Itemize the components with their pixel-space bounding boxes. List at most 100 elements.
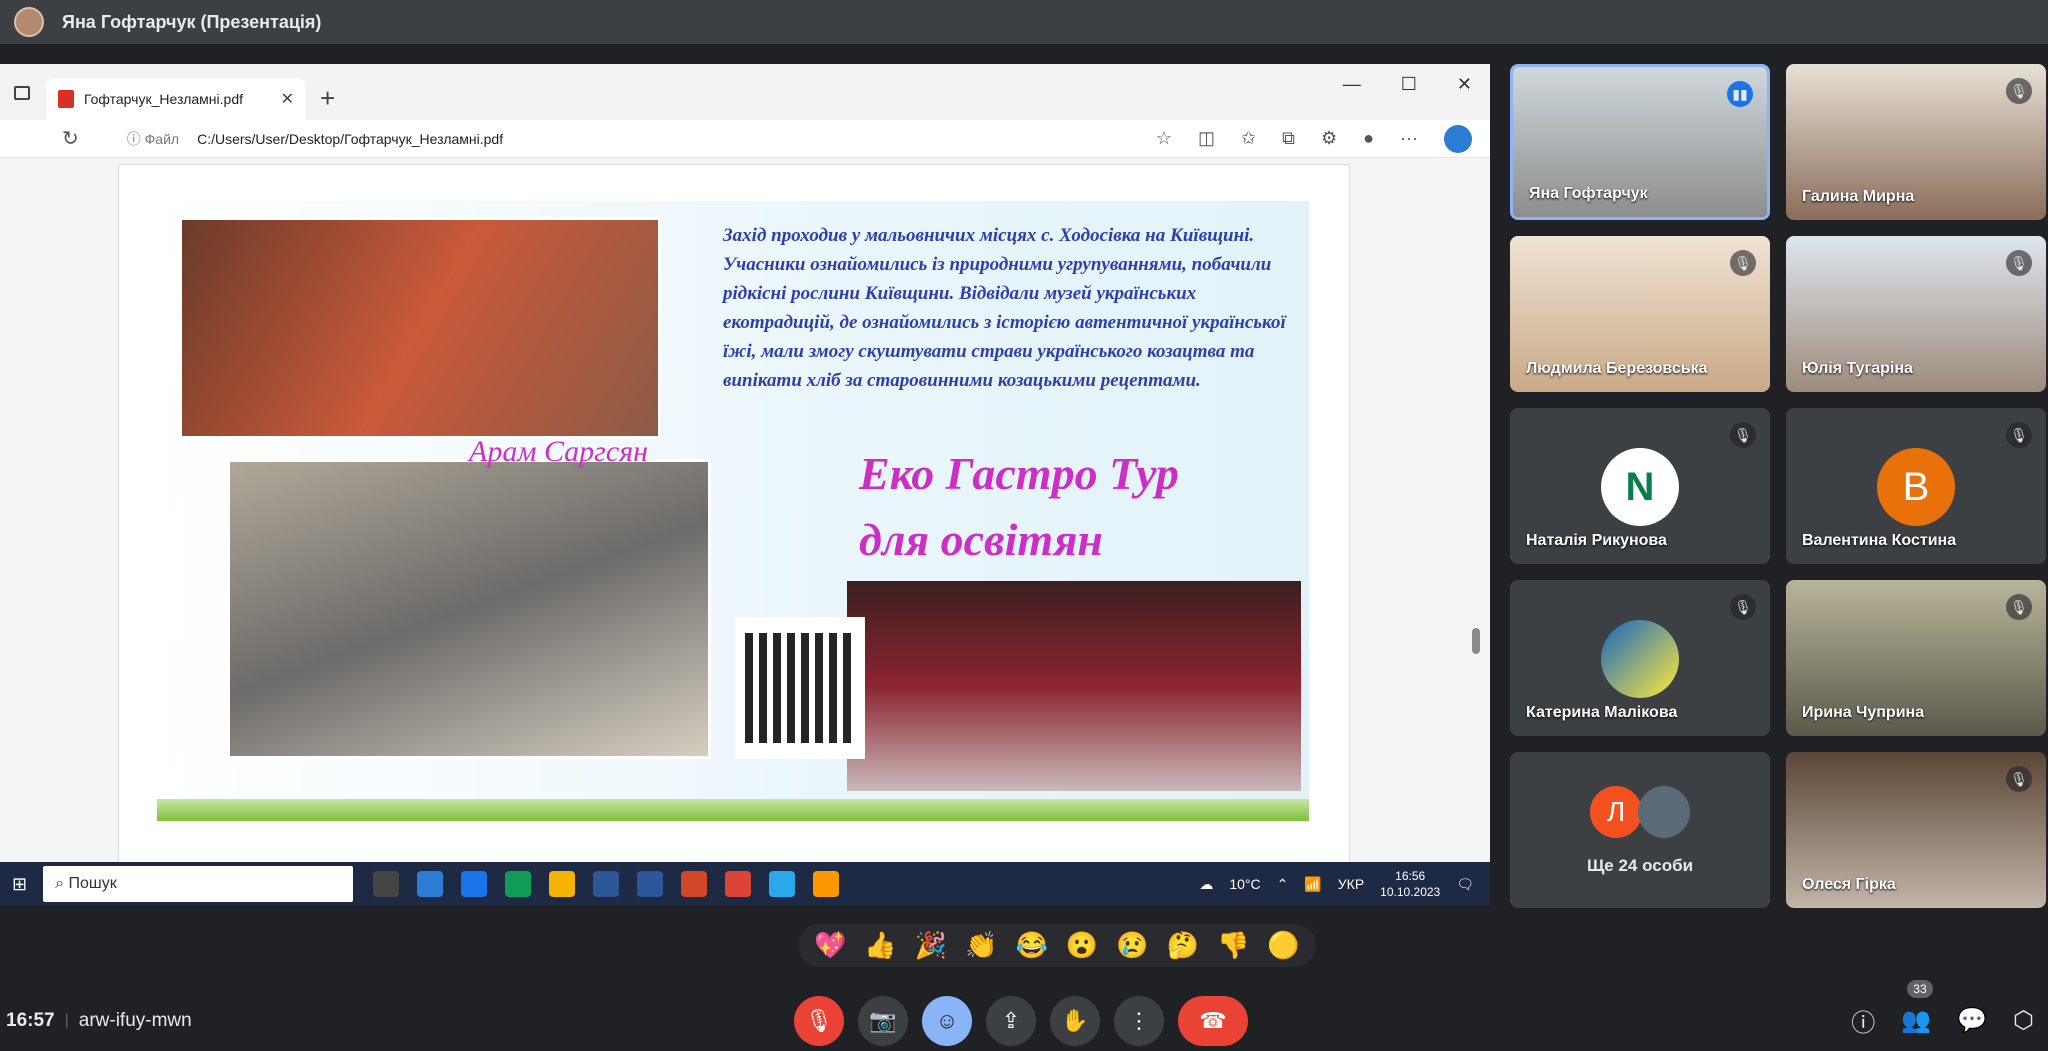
mic-toggle-button[interactable]: 🎙 [794,995,844,1046]
present-button[interactable]: ⇪ [986,995,1036,1046]
slide-caption: Захід проходив у мальовничих місцях с. Х… [723,225,1286,391]
scrollbar-thumb[interactable] [1472,628,1480,654]
grass-decoration [157,799,1309,821]
participant-name: Яна Гофтарчук [1529,185,1648,202]
extensions-icon[interactable]: ⚙ [1321,128,1337,149]
leave-call-button[interactable]: ☎ [1178,995,1248,1046]
more-options-icon[interactable]: ··· [1400,128,1418,149]
notifications-icon[interactable]: 🗨 [1456,876,1474,893]
activities-icon[interactable]: ⬡ [2013,1006,2034,1035]
mic-off-icon: 🎙 [1730,422,1756,448]
slide-title: Еко Гастро Тур для освітян [859,441,1179,573]
pdf-icon [58,90,74,108]
reaction-surprised[interactable]: 😮 [1066,930,1098,961]
telegram-icon[interactable] [769,871,796,897]
explorer-icon[interactable] [549,871,576,897]
participant-name: Людмила Березовська [1526,360,1708,377]
powerpoint-icon[interactable] [681,871,708,897]
reaction-thinking[interactable]: 🤔 [1167,930,1199,961]
participant-name: Ирина Чуприна [1802,704,1925,721]
reaction-thumbs-down[interactable]: 👎 [1217,930,1249,961]
favorite-star-icon[interactable]: ☆ [1156,128,1172,149]
network-icon[interactable]: 📶 [1304,876,1321,893]
participant-tile[interactable]: 🎙 Ирина Чуприна [1786,580,2046,736]
tab-title: Гофтарчук_Незламні.pdf [84,91,243,107]
close-window-icon[interactable]: ✕ [1457,74,1472,95]
new-tab-icon[interactable]: + [320,83,335,114]
photo-group [227,459,711,759]
mic-off-icon: 🎙 [2006,594,2032,620]
participant-tile[interactable]: 🎙 Галина Мирна [1786,64,2046,220]
taskbar-search[interactable]: ⌕ Пошук [43,866,354,902]
collections-icon[interactable]: ⧉ [1282,128,1295,149]
qr-code [735,617,865,759]
reaction-clap[interactable]: 👏 [965,930,997,961]
word-icon[interactable] [637,871,664,897]
task-view-icon[interactable] [373,871,400,897]
people-icon[interactable]: 👥 33 [1901,980,1933,1035]
participant-tile[interactable]: В 🎙 Валентина Костина [1786,408,2046,564]
reaction-heart[interactable]: 💖 [814,930,846,961]
pdf-scrollbar[interactable] [1472,168,1480,848]
language-indicator[interactable]: УКР [1338,876,1364,892]
mic-off-icon: 🎙 [2006,250,2032,276]
reaction-sad[interactable]: 😢 [1116,930,1148,961]
reaction-party[interactable]: 🎉 [915,930,947,961]
profile-icon[interactable]: ● [1363,128,1374,149]
camera-toggle-button[interactable]: 📷 [858,995,908,1046]
participant-tile[interactable]: 🎙 Олеся Гірка [1786,752,2046,908]
favorites-icon[interactable]: ✩ [1241,128,1256,149]
browser-tab-bar: Гофтарчук_Незламні.pdf ✕ + — ☐ ✕ [0,64,1490,120]
reaction-skin-tone[interactable]: 🟡 [1267,930,1299,961]
reaction-bar: 💖 👍 🎉 👏 😂 😮 😢 🤔 👎 🟡 [798,924,1316,967]
tab-actions-icon[interactable] [14,86,30,100]
taskbar-clock[interactable]: 16:56 10.10.2023 [1380,868,1440,900]
meeting-controls-bar: 16:57 | arw-ifuy-mwn 🎙 📷 ☺ ⇪ ✋ ⋮ ☎ ⓘ 👥 33… [0,980,2048,1051]
meeting-info-icon[interactable]: ⓘ [1851,1003,1875,1038]
split-screen-icon[interactable]: ◫ [1198,128,1215,149]
slide-content: Захід проходив у мальовничих місцях с. Х… [157,201,1309,821]
copilot-icon[interactable] [1444,124,1472,153]
participant-tile[interactable]: 🎙 Людмила Березовська [1510,236,1770,392]
url-field[interactable]: C:/Users/User/Desktop/Гофтарчук_Незламні… [197,131,503,147]
presentation-header: Яна Гофтарчук (Презентація) [0,0,2048,44]
browser-tab[interactable]: Гофтарчук_Незламні.pdf ✕ [46,78,306,120]
reload-icon[interactable]: ↻ [62,126,79,151]
participant-tile[interactable]: ▮▮ Яна Гофтарчук [1510,64,1770,220]
participant-tile[interactable]: 🎙 Катерина Малікова [1510,580,1770,736]
windows-start-icon[interactable]: ⊞ [12,874,27,895]
reaction-thumbs-up[interactable]: 👍 [864,930,896,961]
participant-name: Наталія Рикунова [1526,532,1667,549]
clock-time: 16:56 [1395,869,1426,883]
presentation-title: Яна Гофтарчук (Презентація) [62,11,322,32]
mail-icon[interactable] [461,871,488,897]
participant-tile[interactable]: 🎙 Юлія Тугаріна [1786,236,2046,392]
minimize-icon[interactable]: — [1343,74,1361,95]
meeting-time: 16:57 [6,1009,55,1031]
pdf-viewer[interactable]: Захід проходив у мальовничих місцях с. Х… [0,158,1490,862]
file-info-label[interactable]: ⓘ Файл [127,129,179,149]
participant-name: Катерина Малікова [1526,704,1678,721]
clock-date: 10.10.2023 [1380,885,1441,899]
chrome-icon[interactable] [725,871,752,897]
avatar [1638,786,1690,838]
raise-hand-button[interactable]: ✋ [1050,995,1100,1046]
edge-icon[interactable] [505,871,532,897]
word-alt-icon[interactable] [593,871,620,897]
mic-off-icon: 🎙 [2006,422,2032,448]
tray-expand-icon[interactable]: ⌃ [1277,876,1289,893]
weather-icon[interactable]: ☁ [1199,876,1213,893]
chrome-canary-icon[interactable] [813,871,840,897]
reaction-laugh[interactable]: 😂 [1016,930,1048,961]
weather-temp[interactable]: 10°C [1229,876,1260,892]
close-tab-icon[interactable]: ✕ [281,89,294,109]
participant-tile[interactable]: N 🎙 Наталія Рикунова [1510,408,1770,564]
chat-icon[interactable]: 💬 [1957,1006,1987,1035]
maximize-icon[interactable]: ☐ [1401,74,1417,95]
reactions-button[interactable]: ☺ [922,995,972,1046]
browser-window: Гофтарчук_Незламні.pdf ✕ + — ☐ ✕ ↻ ⓘ Фай… [0,64,1490,862]
people-count-badge: 33 [1907,980,1933,998]
more-options-button[interactable]: ⋮ [1114,995,1164,1046]
store-icon[interactable] [417,871,444,897]
more-participants-tile[interactable]: Л Ще 24 особи [1510,752,1770,908]
